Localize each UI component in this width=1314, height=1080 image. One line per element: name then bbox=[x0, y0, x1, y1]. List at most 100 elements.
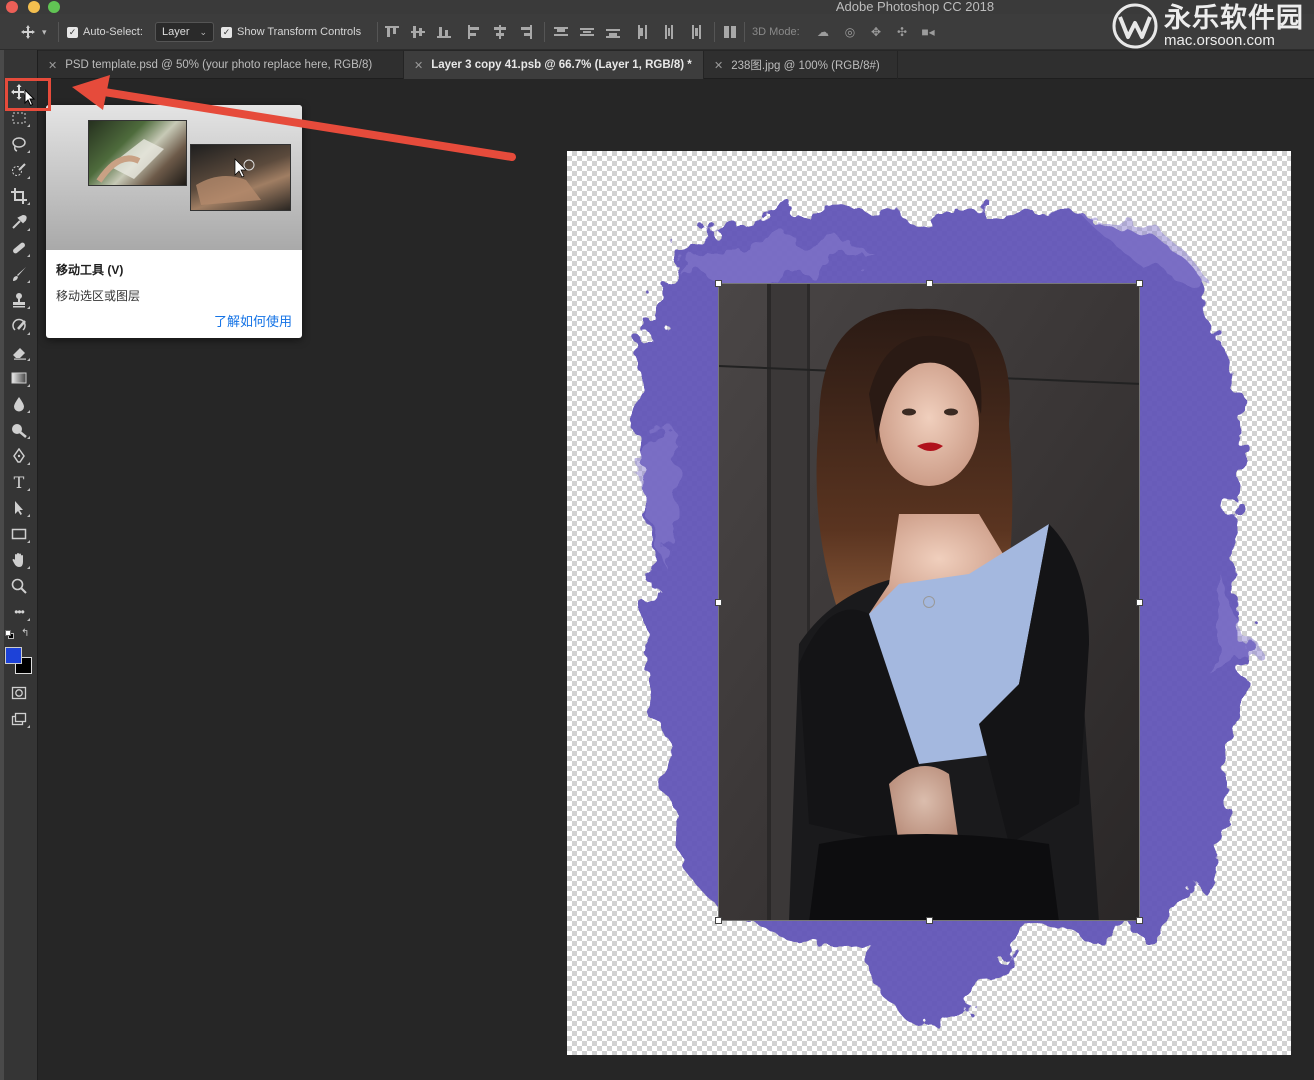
move-icon bbox=[21, 25, 35, 39]
edit-toolbar-button[interactable]: ••• bbox=[9, 602, 30, 622]
rectangle-tool-button[interactable] bbox=[9, 524, 30, 544]
transform-handle-top-right[interactable] bbox=[1136, 280, 1143, 287]
document-tab[interactable]: ✕ PSD template.psd @ 50% (your photo rep… bbox=[38, 51, 404, 79]
lasso-icon bbox=[12, 137, 26, 152]
3d-orbit-icon[interactable]: ☁ bbox=[816, 25, 830, 39]
document-tab-label: PSD template.psd @ 50% (your photo repla… bbox=[65, 59, 373, 71]
watermark-url: mac.orsoon.com bbox=[1164, 31, 1275, 49]
show-transform-controls-checkbox[interactable]: ✓ Show Transform Controls bbox=[221, 14, 361, 50]
distribute-top-icon[interactable] bbox=[554, 25, 568, 39]
distribute-horizontal-centers-icon[interactable] bbox=[662, 25, 676, 39]
3d-slide-icon[interactable]: ✣ bbox=[895, 25, 909, 39]
hand-tool-button[interactable] bbox=[9, 550, 30, 570]
foreground-color-swatch[interactable] bbox=[5, 647, 22, 664]
checkbox-check-icon: ✓ bbox=[67, 26, 78, 38]
distribute-vertical-centers-icon[interactable] bbox=[580, 25, 594, 39]
learn-how-link[interactable]: 了解如何使用 bbox=[214, 311, 292, 330]
tooltip-demo-animation bbox=[46, 105, 302, 250]
default-colors-icon[interactable] bbox=[5, 630, 14, 639]
document-tab-active[interactable]: ✕ Layer 3 copy 41.psb @ 66.7% (Layer 1, … bbox=[404, 51, 704, 79]
transform-handle-right[interactable] bbox=[1136, 599, 1143, 606]
blur-tool-button[interactable] bbox=[9, 394, 30, 414]
align-top-edges-icon[interactable] bbox=[385, 25, 399, 39]
tab-close-icon[interactable]: ✕ bbox=[714, 59, 723, 72]
mouse-cursor-icon bbox=[24, 89, 36, 107]
show-transform-controls-label: Show Transform Controls bbox=[237, 26, 362, 38]
screen-mode-icon bbox=[11, 712, 27, 726]
zoom-tool-button[interactable] bbox=[9, 576, 29, 596]
auto-select-checkbox[interactable]: ✓ Auto-Select: bbox=[67, 14, 143, 50]
align-vertical-centers-icon[interactable] bbox=[411, 25, 425, 39]
move-tool-rich-tooltip: 移动工具 (V) 移动选区或图层 了解如何使用 bbox=[46, 105, 302, 338]
eraser-tool-button[interactable] bbox=[9, 342, 30, 362]
demo-photo-thumbnail bbox=[190, 144, 291, 211]
screen-mode-button[interactable] bbox=[9, 709, 30, 729]
history-brush-tool-button[interactable] bbox=[9, 316, 30, 336]
history-brush-icon bbox=[12, 318, 26, 331]
brush-icon bbox=[13, 267, 26, 281]
3d-roll-icon[interactable]: ◎ bbox=[843, 25, 857, 39]
align-right-edges-icon[interactable] bbox=[519, 25, 533, 39]
gradient-icon bbox=[11, 372, 27, 384]
distribute-bottom-icon[interactable] bbox=[606, 25, 620, 39]
crop-icon bbox=[11, 188, 27, 204]
align-horizontal-centers-icon[interactable] bbox=[493, 25, 507, 39]
chevron-down-icon: ▾ bbox=[42, 26, 47, 37]
transform-handle-left[interactable] bbox=[715, 599, 722, 606]
zoom-icon bbox=[11, 578, 27, 594]
eraser-icon bbox=[13, 348, 26, 360]
chevron-down-icon: ⌄ bbox=[199, 26, 208, 37]
dodge-tool-button[interactable] bbox=[9, 420, 30, 440]
3d-pan-icon[interactable]: ✥ bbox=[869, 25, 883, 39]
move-tool-preset-picker[interactable]: ▾ bbox=[20, 14, 47, 50]
lasso-tool-button[interactable] bbox=[9, 134, 30, 154]
quick-selection-tool-button[interactable] bbox=[9, 160, 30, 180]
tooltip-description: 移动选区或图层 bbox=[56, 289, 141, 303]
brush-tool-button[interactable] bbox=[9, 264, 30, 284]
distribute-right-icon[interactable] bbox=[688, 25, 702, 39]
photoshop-window: Adobe Photoshop CC 2018 ▾ ✓ Auto-Select:… bbox=[0, 0, 1314, 1080]
quick-mask-icon bbox=[11, 686, 27, 700]
healing-brush-tool-button[interactable] bbox=[9, 238, 30, 258]
swap-colors-icon[interactable]: ↰ bbox=[21, 628, 29, 639]
watermark-site-name: 永乐软件园 bbox=[1164, 2, 1304, 33]
distribute-left-icon[interactable] bbox=[636, 25, 650, 39]
auto-select-label: Auto-Select: bbox=[83, 26, 143, 38]
transform-handle-top-left[interactable] bbox=[715, 280, 722, 287]
type-tool-button[interactable]: T bbox=[9, 472, 30, 492]
auto-select-target-dropdown[interactable]: Layer ⌄ bbox=[155, 22, 215, 42]
align-bottom-edges-icon[interactable] bbox=[437, 25, 451, 39]
hand-icon bbox=[12, 553, 23, 567]
clone-stamp-tool-button[interactable] bbox=[9, 290, 30, 310]
gradient-tool-button[interactable] bbox=[9, 368, 30, 388]
rectangle-shape-icon bbox=[11, 528, 27, 540]
auto-align-layers-icon[interactable] bbox=[723, 25, 737, 39]
orsoon-logo-icon bbox=[1112, 3, 1158, 49]
pen-tool-button[interactable] bbox=[9, 446, 30, 466]
transform-reference-point[interactable] bbox=[923, 596, 935, 608]
rectangular-marquee-icon bbox=[12, 112, 26, 124]
quick-mask-button[interactable] bbox=[9, 683, 29, 703]
document-tab[interactable]: ✕ 238图.jpg @ 100% (RGB/8#) bbox=[704, 51, 898, 79]
site-watermark: 永乐软件园 mac.orsoon.com bbox=[1112, 2, 1304, 50]
transform-handle-bottom-right[interactable] bbox=[1136, 917, 1143, 924]
checkbox-check-icon: ✓ bbox=[221, 26, 232, 38]
type-icon: T bbox=[13, 472, 25, 492]
path-selection-tool-button[interactable] bbox=[9, 498, 30, 518]
tab-close-icon[interactable]: ✕ bbox=[48, 59, 57, 72]
quick-selection-icon bbox=[12, 163, 26, 176]
transform-handle-bottom[interactable] bbox=[926, 917, 933, 924]
eyedropper-tool-button[interactable] bbox=[9, 212, 30, 232]
blur-icon bbox=[14, 397, 24, 412]
align-left-edges-icon[interactable] bbox=[467, 25, 481, 39]
marquee-tool-button[interactable] bbox=[9, 108, 30, 128]
transform-handle-top[interactable] bbox=[926, 280, 933, 287]
crop-tool-button[interactable] bbox=[9, 186, 30, 206]
color-swatches bbox=[5, 647, 33, 675]
document-tab-bar: ✕ PSD template.psd @ 50% (your photo rep… bbox=[38, 51, 1314, 79]
3d-scale-icon[interactable]: ■◂ bbox=[921, 25, 935, 39]
tab-close-icon[interactable]: ✕ bbox=[414, 59, 423, 72]
transform-handle-bottom-left[interactable] bbox=[715, 917, 722, 924]
tooltip-title: 移动工具 (V) bbox=[56, 263, 124, 277]
3d-mode-label: 3D Mode: bbox=[752, 26, 800, 38]
